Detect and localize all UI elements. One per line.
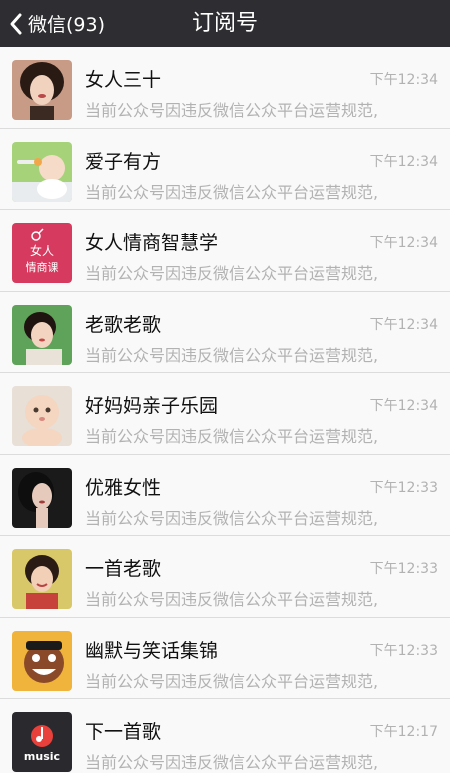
item-snippet: 当前公众号因违反微信公众平台运营规范, [85,182,379,202]
woman-portrait-avatar [12,60,72,120]
item-name: 老歌老歌 [85,313,162,336]
item-snippet: 当前公众号因违反微信公众平台运营规范, [85,508,379,528]
item-snippet: 当前公众号因违反微信公众平台运营规范, [85,345,379,365]
item-name: 爱子有方 [85,150,162,173]
item-time: 下午12:17 [369,724,438,740]
item-name: 好妈妈亲子乐园 [85,395,219,417]
list-item[interactable]: 老歌老歌 下午12:34 当前公众号因违反微信公众平台运营规范, [0,291,450,373]
item-snippet: 当前公众号因违反微信公众平台运营规范, [85,101,379,120]
item-time: 下午12:33 [369,561,438,577]
back-button[interactable]: 微信(93) [8,0,105,47]
smiling-singer-avatar [12,549,72,609]
elegant-woman-avatar [12,467,72,528]
subscription-list: 女人三十 下午12:34 当前公众号因违反微信公众平台运营规范, 爱子有方 下午… [0,47,450,773]
avatar-text-line: 女人 [30,243,54,258]
item-snippet: 当前公众号因违反微信公众平台运营规范, [85,753,379,772]
list-item[interactable]: 女人 情商课 女人情商智慧学 下午12:34 当前公众号因违反微信公众平台运营规… [0,210,450,292]
item-name: 优雅女性 [85,476,162,499]
item-snippet: 当前公众号因违反微信公众平台运营规范, [85,264,379,283]
list-item[interactable]: 好妈妈亲子乐园 下午12:34 当前公众号因违反微信公众平台运营规范, [0,373,450,455]
baby-portrait-avatar [12,386,72,446]
item-name: 女人情商智慧学 [85,232,219,254]
item-snippet: 当前公众号因违反微信公众平台运营规范, [85,590,379,609]
list-item[interactable]: music 下一首歌 下午12:17 当前公众号因违反微信公众平台运营规范, [0,699,450,773]
music-logo-avatar: music [12,712,72,772]
item-snippet: 当前公众号因违反微信公众平台运营规范, [85,671,379,691]
item-name: 一首老歌 [85,558,162,580]
avatar-text-line: music [24,750,60,763]
item-name: 幽默与笑话集锦 [85,639,219,662]
list-item[interactable]: 女人三十 下午12:34 当前公众号因违反微信公众平台运营规范, [0,47,450,129]
item-time: 下午12:34 [369,316,438,333]
pink-logo-avatar: 女人 情商课 [12,223,72,283]
back-label: 微信(93) [28,14,106,36]
item-snippet: 当前公众号因违反微信公众平台运营规范, [85,427,379,446]
item-time: 下午12:34 [369,398,438,414]
singer-portrait-avatar [12,304,72,365]
avatar-text-line: 情商课 [26,260,59,274]
list-item[interactable]: 优雅女性 下午12:33 当前公众号因违反微信公众平台运营规范, [0,454,450,536]
item-time: 下午12:34 [369,153,438,170]
item-time: 下午12:34 [369,72,438,88]
list-item[interactable]: 一首老歌 下午12:33 当前公众号因违反微信公众平台运营规范, [0,536,450,618]
navigation-bar: 微信(93) 订阅号 [0,0,450,47]
baby-feeding-avatar [12,141,72,202]
chevron-left-icon [10,13,22,34]
item-time: 下午12:33 [369,479,438,496]
list-item[interactable]: 爱子有方 下午12:34 当前公众号因违反微信公众平台运营规范, [0,128,450,210]
item-name: 下一首歌 [85,721,162,743]
item-time: 下午12:33 [369,642,438,659]
cartoon-face-avatar [12,630,72,691]
item-time: 下午12:34 [369,235,438,251]
list-item[interactable]: 幽默与笑话集锦 下午12:33 当前公众号因违反微信公众平台运营规范, [0,617,450,699]
item-name: 女人三十 [85,69,162,91]
